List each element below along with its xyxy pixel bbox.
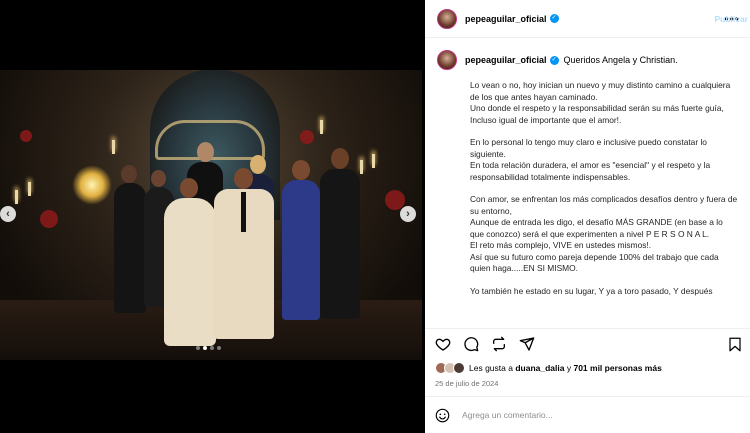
photo-person — [280, 160, 322, 330]
media-column: ‹ › — [0, 0, 425, 433]
comment-input[interactable] — [462, 410, 682, 420]
caption-paragraph: En lo personal lo tengo muy claro e incl… — [470, 137, 711, 182]
photo-flower — [40, 210, 58, 228]
caption-paragraph: Con amor, se enfrentan los más complicad… — [470, 194, 738, 273]
carousel-dot — [196, 346, 200, 350]
instagram-post-view: ‹ › pepeaguilar_oficial ✓ ••• pepeaguila… — [0, 0, 750, 433]
liker-avatars — [435, 362, 465, 374]
save-bookmark-icon[interactable] — [728, 337, 742, 352]
publish-button[interactable]: Publicar — [714, 14, 748, 24]
caption-author-username[interactable]: pepeaguilar_oficial — [465, 55, 547, 65]
carousel-next-button[interactable]: › — [400, 206, 416, 222]
caption-body: Lo vean o no, hoy inician un nuevo y muy… — [470, 80, 738, 297]
post-details-panel: pepeaguilar_oficial ✓ ••• pepeaguilar_of… — [425, 0, 750, 433]
caption-paragraph: Lo vean o no, hoy inician un nuevo y muy… — [470, 80, 731, 125]
likes-count-link[interactable]: 701 mil personas más — [573, 363, 661, 373]
post-header: pepeaguilar_oficial ✓ — [425, 0, 750, 38]
likes-summary[interactable]: Les gusta a duana_dalia y 701 mil person… — [435, 362, 662, 374]
caption-paragraph: Yo también he estado en su lugar, Y ya a… — [470, 285, 713, 296]
action-bar — [425, 328, 750, 358]
liker-avatar — [453, 362, 465, 374]
share-send-icon[interactable] — [519, 336, 535, 352]
photo-candle — [320, 120, 323, 134]
comment-bubble-icon[interactable] — [463, 336, 479, 352]
likes-prefix: Les gusta a — [469, 363, 513, 373]
carousel-dots — [196, 346, 221, 350]
likes-user-link[interactable]: duana_dalia — [515, 363, 564, 373]
emoji-icon[interactable] — [435, 408, 450, 423]
likes-conjunction: y — [566, 363, 572, 373]
verified-badge-icon: ✓ — [549, 55, 559, 65]
carousel-prev-button[interactable]: ‹ — [0, 206, 16, 222]
author-username[interactable]: pepeaguilar_oficial — [465, 14, 547, 24]
photo-heart-ornament — [72, 165, 112, 205]
photo-flower — [20, 130, 32, 142]
post-date[interactable]: 25 de julio de 2024 — [435, 379, 498, 388]
carousel-dot — [217, 346, 221, 350]
carousel-dot — [210, 346, 214, 350]
photo-candle — [372, 154, 375, 168]
author-avatar[interactable] — [437, 8, 457, 29]
photo-candle — [112, 140, 115, 154]
photo-flower — [300, 130, 314, 144]
repost-icon[interactable] — [491, 336, 507, 352]
photo-candle — [28, 182, 31, 196]
like-heart-icon[interactable] — [435, 336, 451, 352]
post-photo[interactable] — [0, 70, 422, 360]
photo-candle — [15, 190, 18, 204]
verified-badge-icon: ✓ — [549, 14, 559, 23]
caption-header: pepeaguilar_oficial ✓ Queridos Angela y … — [437, 50, 738, 70]
photo-person — [318, 148, 362, 328]
caption-author-avatar[interactable] — [437, 50, 457, 70]
caption-greeting: Queridos Angela y Christian. — [563, 55, 678, 65]
caption-scroll-area[interactable]: pepeaguilar_oficial ✓ Queridos Angela y … — [425, 38, 750, 328]
comment-bar — [425, 396, 750, 433]
photo-person-groom — [208, 168, 280, 343]
carousel-dot-active — [203, 346, 207, 350]
